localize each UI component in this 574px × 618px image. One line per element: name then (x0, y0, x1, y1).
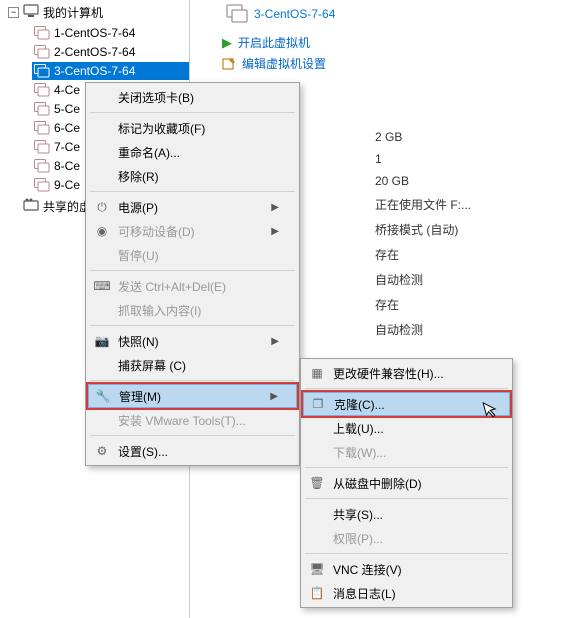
menu-snapshot[interactable]: 📷快照(N)▶ (88, 329, 297, 353)
power-on-link[interactable]: ▶ 开启此虚拟机 (222, 32, 562, 53)
monitor-icon (23, 4, 39, 21)
vm-detail-panel: 3-CentOS-7-64 ▶ 开启此虚拟机 编辑虚拟机设置 (190, 0, 574, 74)
menu-capture-screen[interactable]: 捕获屏幕 (C) (88, 353, 297, 377)
delete-icon: 🗑 (307, 475, 327, 491)
spec-value: 存在 (375, 292, 471, 317)
separator (90, 380, 295, 381)
submenu-share[interactable]: 共享(S)... (303, 502, 510, 526)
gear-icon: ⚙ (92, 443, 112, 459)
context-submenu-manage: ▦更改硬件兼容性(H)... ❐克隆(C)... 上载(U)... 下载(W).… (300, 358, 513, 608)
wrench-icon: 🔧 (93, 388, 113, 404)
separator (305, 498, 508, 499)
submenu-upload[interactable]: 上载(U)... (303, 416, 510, 440)
separator (90, 270, 295, 271)
spec-value: 自动检测 (375, 317, 471, 342)
separator (90, 112, 295, 113)
play-icon: ▶ (222, 35, 232, 51)
spec-value: 存在 (375, 242, 471, 267)
power-icon: ⏻ (92, 199, 112, 215)
vm-large-icon (226, 4, 248, 24)
separator (305, 553, 508, 554)
submenu-clone[interactable]: ❐克隆(C)... (303, 392, 510, 416)
chip-icon: ▦ (307, 365, 327, 381)
tree-root-label: 我的计算机 (43, 4, 103, 21)
menu-close-tab[interactable]: 关闭选项卡(B) (88, 85, 297, 109)
menu-remove[interactable]: 移除(R) (88, 164, 297, 188)
spec-value: 自动检测 (375, 267, 471, 292)
spec-value: 正在使用文件 F:... (375, 192, 471, 217)
vm-actions: ▶ 开启此虚拟机 编辑虚拟机设置 (222, 32, 562, 74)
shared-icon (23, 198, 39, 215)
keyboard-icon: ⌨ (92, 278, 112, 294)
menu-removable-devices: ◉可移动设备(D)▶ (88, 219, 297, 243)
chevron-right-icon: ▶ (271, 226, 279, 237)
menu-settings[interactable]: ⚙设置(S)... (88, 439, 297, 463)
tree-root-my-computer[interactable]: − 我的计算机 (8, 2, 189, 23)
menu-grab-input: 抓取输入内容(I) (88, 298, 297, 322)
submenu-hw-compat[interactable]: ▦更改硬件兼容性(H)... (303, 361, 510, 385)
separator (305, 388, 508, 389)
tree-shared-label: 共享的虚 (43, 198, 91, 215)
disk-icon: ◉ (92, 223, 112, 239)
spec-value: 2 GB (375, 126, 471, 148)
tree-item-vm[interactable]: 1-CentOS-7-64 (32, 24, 189, 42)
menu-favorite[interactable]: 标记为收藏项(F) (88, 116, 297, 140)
submenu-message-log[interactable]: 📋消息日志(L) (303, 581, 510, 605)
submenu-delete-from-disk[interactable]: 🗑从磁盘中删除(D) (303, 471, 510, 495)
camera-icon: 📷 (92, 333, 112, 349)
menu-send-cad: ⌨发送 Ctrl+Alt+Del(E) (88, 274, 297, 298)
spec-value: 20 GB (375, 170, 471, 192)
chevron-right-icon: ▶ (271, 336, 279, 347)
menu-install-vmtools: 安装 VMware Tools(T)... (88, 408, 297, 432)
clone-icon: ❐ (308, 396, 328, 412)
submenu-permission: 权限(P)... (303, 526, 510, 550)
separator (90, 435, 295, 436)
spec-value: 1 (375, 148, 471, 170)
vm-title: 3-CentOS-7-64 (226, 4, 562, 24)
submenu-download: 下载(W)... (303, 440, 510, 464)
separator (90, 191, 295, 192)
log-icon: 📋 (307, 585, 327, 601)
tree-collapse-icon[interactable]: − (8, 7, 19, 18)
context-menu-vm: 关闭选项卡(B) 标记为收藏项(F) 重命名(A)... 移除(R) ⏻电源(P… (85, 82, 300, 466)
menu-rename[interactable]: 重命名(A)... (88, 140, 297, 164)
separator (305, 467, 508, 468)
submenu-vnc[interactable]: 🖥VNC 连接(V) (303, 557, 510, 581)
tree-item-vm-selected[interactable]: 3-CentOS-7-64 (32, 62, 189, 80)
vnc-icon: 🖥 (307, 561, 327, 577)
chevron-right-icon: ▶ (270, 391, 278, 402)
separator (90, 325, 295, 326)
spec-value: 桥接模式 (自动) (375, 217, 471, 242)
edit-settings-link[interactable]: 编辑虚拟机设置 (222, 53, 562, 74)
menu-manage[interactable]: 🔧管理(M)▶ (88, 384, 297, 408)
edit-icon (222, 57, 236, 71)
chevron-right-icon: ▶ (271, 202, 279, 213)
menu-pause: 暂停(U) (88, 243, 297, 267)
menu-power[interactable]: ⏻电源(P)▶ (88, 195, 297, 219)
tree-item-vm[interactable]: 2-CentOS-7-64 (32, 43, 189, 61)
vm-spec-list: 2 GB 1 20 GB 正在使用文件 F:... 桥接模式 (自动) 存在 自… (375, 126, 471, 342)
